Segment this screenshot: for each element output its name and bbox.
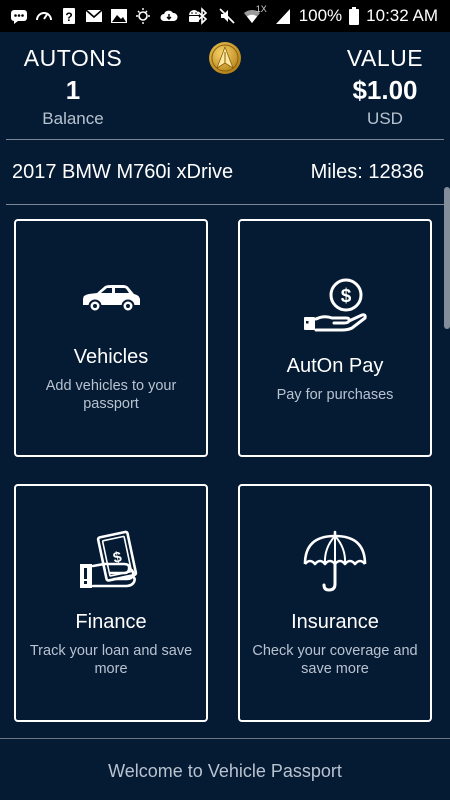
- wifi-icon: 1X: [243, 4, 267, 25]
- cash-hand-icon: $: [80, 530, 138, 588]
- photo-icon: [110, 7, 128, 25]
- cloud-icon: [160, 7, 178, 25]
- welcome-message: Welcome to Vehicle Passport: [108, 761, 342, 781]
- vehicle-name: 2017 BMW M760i xDrive: [12, 161, 234, 183]
- footer-banner: Welcome to Vehicle Passport: [0, 738, 450, 800]
- vehicle-summary[interactable]: 2017 BMW M760i xDrive Miles: 12836: [12, 157, 424, 187]
- umbrella-icon: [303, 530, 367, 592]
- battery-percent: 100%: [298, 6, 343, 25]
- car-icon: [83, 285, 140, 313]
- divider-top: [6, 139, 444, 140]
- status-bar: ? 1X 100% 10:32 AM: [0, 0, 450, 32]
- messages-icon: [10, 7, 28, 25]
- finance-title: Finance: [75, 611, 147, 633]
- insurance-description: Check your coverage and save more: [252, 643, 418, 677]
- gmail-icon: [85, 7, 103, 25]
- autons-title: AUTONS: [23, 45, 123, 71]
- signal-icon: [274, 7, 292, 25]
- finance-description: Track your loan and save more: [29, 643, 193, 677]
- svg-text:$: $: [341, 286, 352, 307]
- help-icon: ?: [60, 7, 78, 25]
- clock: 10:32 AM: [366, 6, 438, 25]
- status-bar-system: 1X 100% 10:32 AM: [193, 4, 438, 27]
- data-speed-indicator: 1X: [255, 4, 267, 14]
- scrollbar[interactable]: [444, 187, 450, 329]
- coin-hand-icon: $: [304, 278, 367, 332]
- battery-icon: [349, 7, 360, 25]
- weather-icon: [135, 7, 153, 25]
- divider-bottom: [6, 204, 444, 205]
- insurance-tile[interactable]: Insurance Check your coverage and save m…: [238, 484, 432, 722]
- vehicle-miles: Miles: 12836: [310, 161, 424, 183]
- vehicles-tile[interactable]: Vehicles Add vehicles to your passport: [14, 219, 208, 457]
- auton-pay-description: Pay for purchases: [276, 387, 394, 403]
- status-bar-notifications: ?: [10, 6, 203, 26]
- value-title: VALUE: [346, 45, 424, 71]
- bluetooth-icon: [193, 7, 211, 25]
- value-balance: VALUE $1.00 USD: [315, 44, 450, 130]
- autons-unit: Balance: [42, 109, 104, 128]
- vehicles-description: Add vehicles to your passport: [45, 378, 177, 412]
- value-amount: $1.00: [352, 75, 418, 105]
- svg-text:?: ?: [65, 10, 72, 24]
- mute-icon: [218, 7, 236, 25]
- auton-pay-title: AutOn Pay: [286, 355, 384, 377]
- autons-balance: AUTONS 1 Balance: [3, 44, 143, 130]
- value-unit: USD: [367, 109, 403, 128]
- autons-value: 1: [65, 75, 81, 105]
- auton-pay-tile[interactable]: $ AutOn Pay Pay for purchases: [238, 219, 432, 457]
- auton-coin-logo-icon: [208, 41, 242, 75]
- vehicles-title: Vehicles: [73, 346, 149, 368]
- insurance-title: Insurance: [291, 611, 379, 633]
- finance-tile[interactable]: $ Finance Track your loan and save more: [14, 484, 208, 722]
- speedometer-icon: [35, 7, 53, 25]
